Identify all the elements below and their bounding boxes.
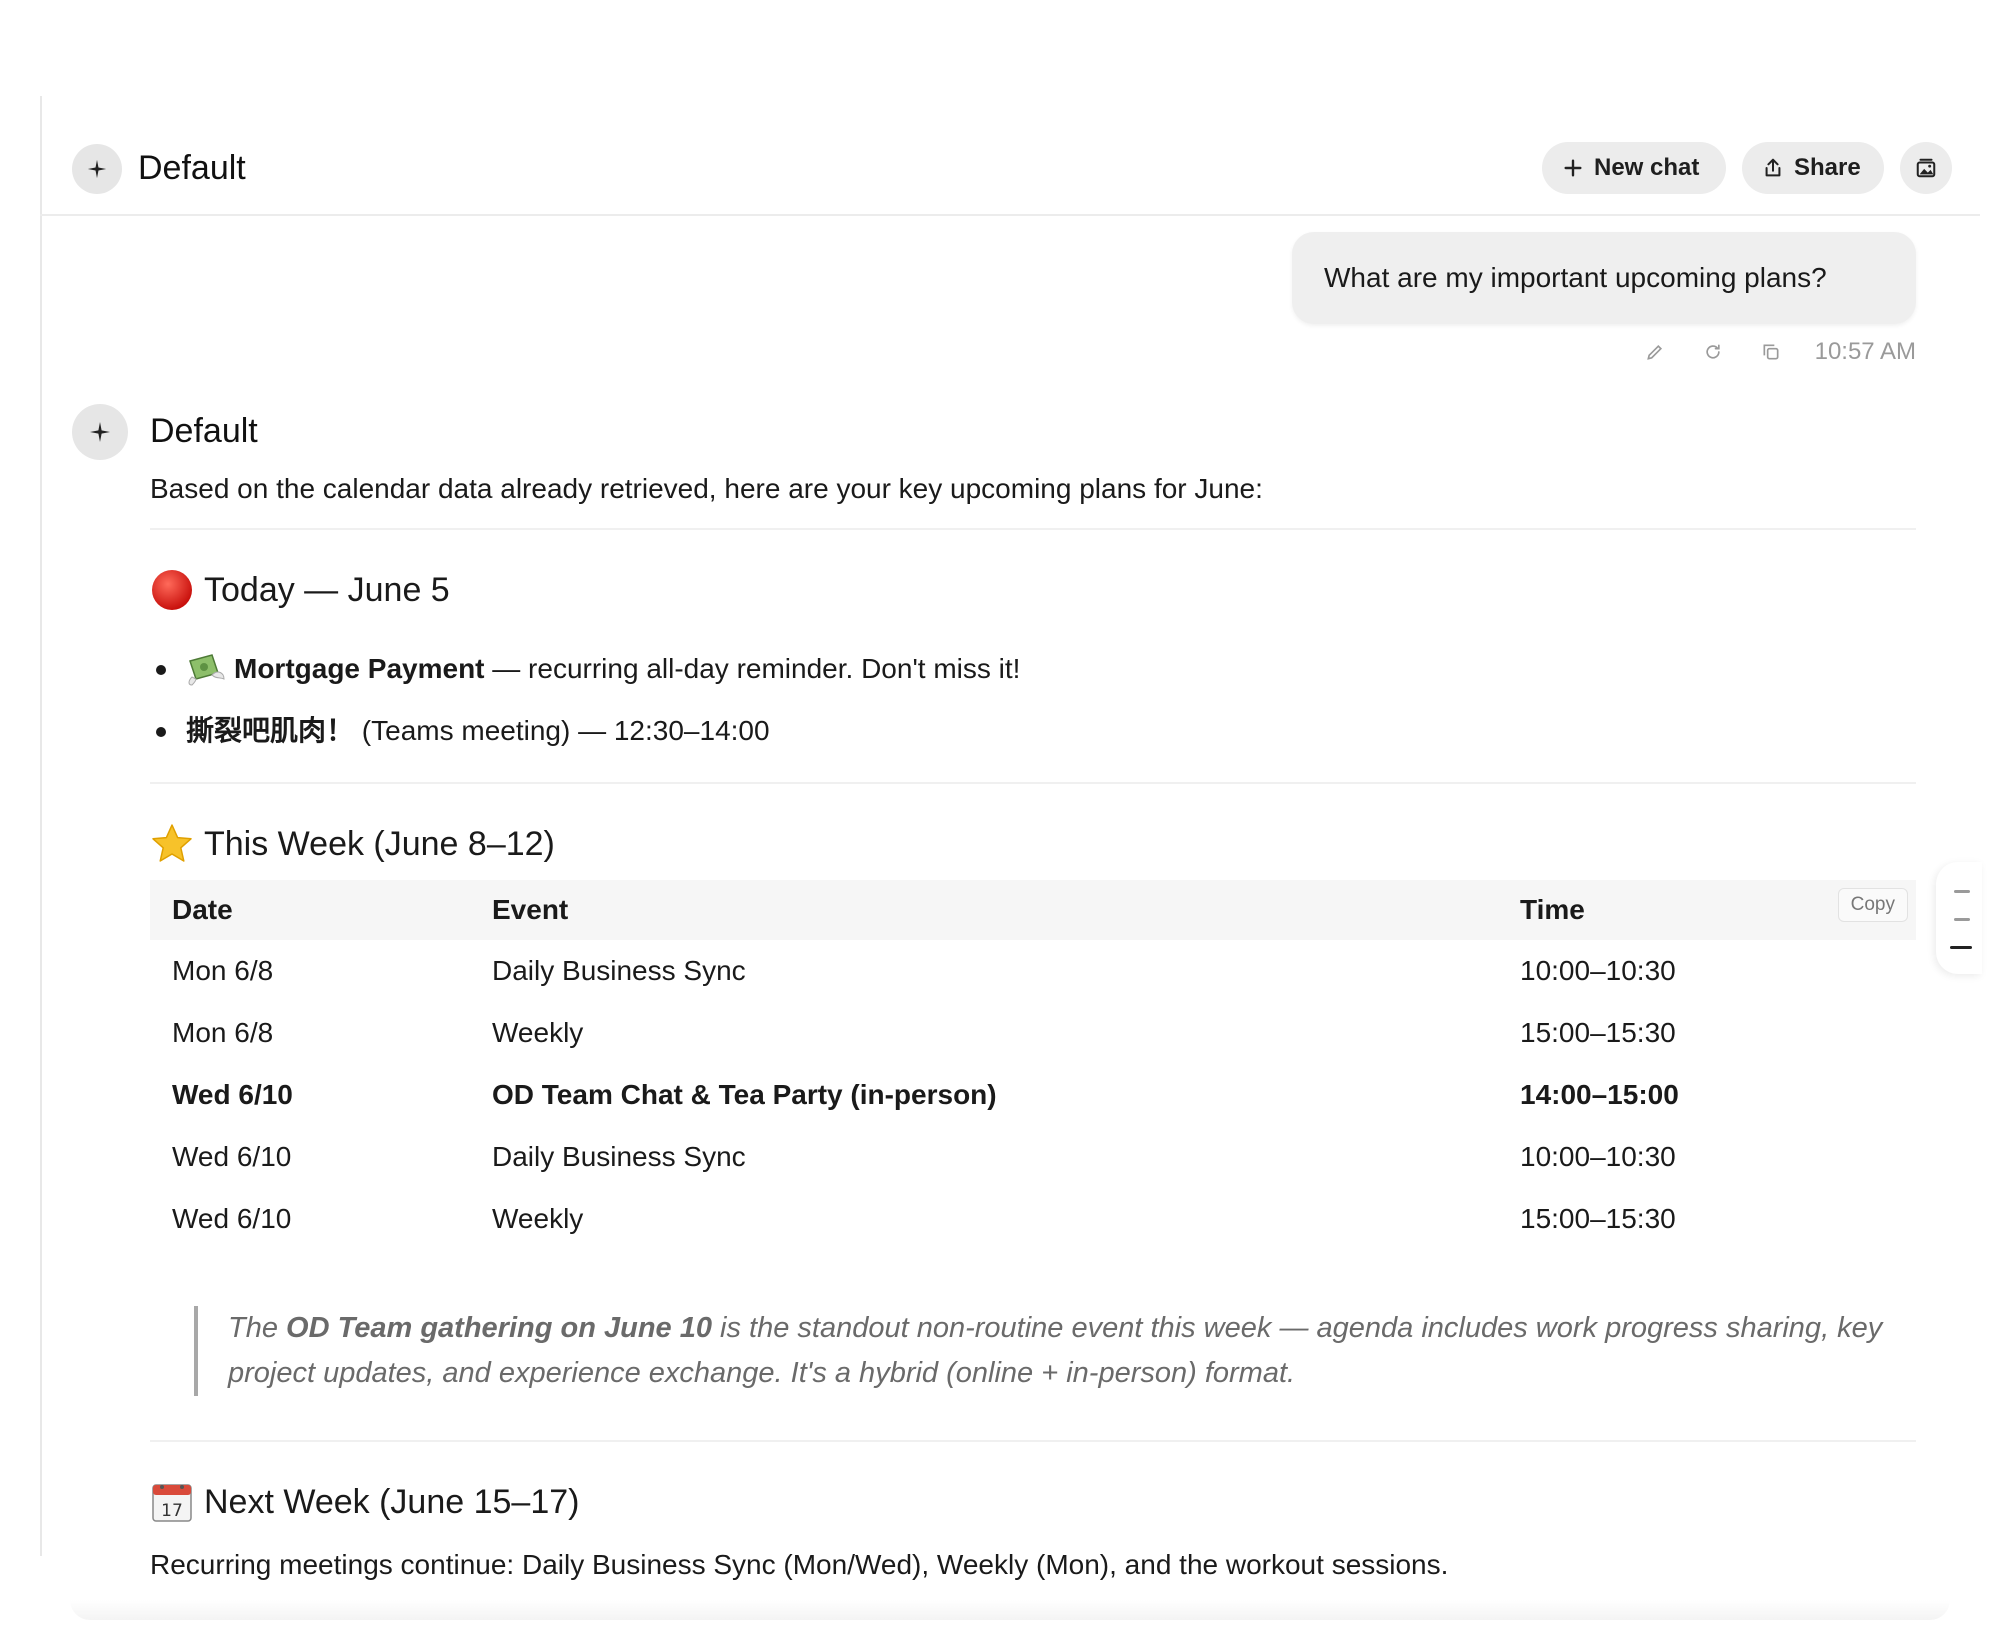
- cell-event: Weekly: [492, 1017, 584, 1048]
- chat-header: Default New chat Share: [40, 96, 1980, 216]
- star-icon: [150, 822, 194, 866]
- divider: [150, 1440, 1916, 1442]
- next-week-heading-text: Next Week (June 15–17): [204, 1483, 580, 1521]
- nav-mark-active[interactable]: [1950, 946, 1972, 949]
- column-header-event: Event: [492, 894, 569, 925]
- next-week-heading: 17 Next Week (June 15–17): [150, 1480, 1916, 1524]
- list-item: Mortgage Payment — recurring all-day rem…: [150, 638, 1916, 700]
- new-chat-button[interactable]: New chat: [1542, 142, 1726, 194]
- share-button[interactable]: Share: [1742, 142, 1884, 194]
- cell-date: Mon 6/8: [172, 1017, 274, 1048]
- cell-time: 14:00–15:00: [1520, 1079, 1679, 1110]
- assistant-avatar: [72, 404, 128, 460]
- copy-icon[interactable]: [1757, 338, 1785, 366]
- plus-icon: [1564, 159, 1582, 177]
- regenerate-icon[interactable]: [1699, 338, 1727, 366]
- divider: [150, 528, 1916, 530]
- scroll-navigator[interactable]: [1936, 862, 1982, 974]
- calendar-icon: 17: [150, 1480, 194, 1524]
- sparkle-icon: [90, 422, 110, 442]
- table-row: Wed 6/10 OD Team Chat & Tea Party (in-pe…: [150, 1064, 1916, 1126]
- table-header: Date Event Time: [150, 880, 1916, 940]
- cell-date: Wed 6/10: [172, 1079, 293, 1110]
- cell-event: Daily Business Sync: [492, 1141, 746, 1172]
- assistant-message: Based on the calendar data already retri…: [150, 468, 1916, 1584]
- this-week-heading-text: This Week (June 8–12): [204, 825, 555, 863]
- user-message-text: What are my important upcoming plans?: [1324, 262, 1827, 293]
- bottom-fade: [70, 1600, 1950, 1620]
- cell-event: OD Team Chat & Tea Party (in-person): [492, 1079, 997, 1110]
- teams-meeting-title: 撕裂吧肌肉！: [186, 715, 355, 746]
- table-row: Wed 6/10 Weekly 15:00–15:30: [150, 1188, 1916, 1250]
- share-icon: [1765, 158, 1781, 177]
- mortgage-payment-title: Mortgage Payment: [234, 653, 485, 684]
- table-row: Wed 6/10 Daily Business Sync 10:00–10:30: [150, 1126, 1916, 1188]
- table-row: Mon 6/8 Weekly 15:00–15:30: [150, 1002, 1916, 1064]
- cell-date: Wed 6/10: [172, 1203, 292, 1234]
- this-week-table: Date Event Time Copy Mon 6/8 Daily Busin…: [150, 880, 1916, 1250]
- cell-time: 10:00–10:30: [1520, 955, 1676, 986]
- share-label: Share: [1794, 154, 1861, 181]
- mortgage-payment-detail: — recurring all-day reminder. Don't miss…: [484, 653, 1021, 684]
- quote-pre: The: [228, 1312, 287, 1344]
- today-list: Mortgage Payment — recurring all-day rem…: [150, 638, 1916, 762]
- user-message-bubble: What are my important upcoming plans?: [1292, 232, 1916, 324]
- list-item: 撕裂吧肌肉！ (Teams meeting) — 12:30–14:00: [150, 700, 1916, 762]
- chat-title: Default: [138, 149, 246, 187]
- cell-time: 15:00–15:30: [1520, 1017, 1676, 1048]
- message-meta: 10:57 AM: [1641, 338, 1916, 366]
- red-circle-icon: [150, 568, 194, 612]
- gallery-button[interactable]: [1900, 142, 1952, 194]
- teams-meeting-detail: (Teams meeting) — 12:30–14:00: [354, 715, 770, 746]
- image-gallery-icon: [1916, 158, 1936, 178]
- today-heading: Today — June 5: [150, 568, 1916, 612]
- nav-mark[interactable]: [1954, 890, 1970, 893]
- agent-avatar[interactable]: [72, 144, 122, 194]
- today-heading-text: Today — June 5: [204, 571, 450, 609]
- money-with-wings-icon: [186, 651, 226, 687]
- message-time: 10:57 AM: [1814, 338, 1916, 365]
- divider: [150, 782, 1916, 784]
- quote-bold: OD Team gathering on June 10: [286, 1312, 712, 1344]
- assistant-name: Default: [150, 412, 258, 450]
- nav-mark[interactable]: [1954, 918, 1970, 921]
- edit-icon[interactable]: [1641, 338, 1669, 366]
- next-week-text: Recurring meetings continue: Daily Busin…: [150, 1549, 1449, 1580]
- cell-time: 15:00–15:30: [1520, 1203, 1676, 1234]
- this-week-heading: This Week (June 8–12): [150, 822, 1916, 866]
- sparkle-icon: [87, 159, 107, 179]
- blockquote: The OD Team gathering on June 10 is the …: [194, 1306, 1914, 1396]
- cell-date: Wed 6/10: [172, 1141, 292, 1172]
- calendar-day-number: 17: [161, 1501, 183, 1521]
- intro-text: Based on the calendar data already retri…: [150, 473, 1263, 504]
- cell-event: Daily Business Sync: [492, 955, 746, 986]
- cell-event: Weekly: [492, 1203, 584, 1234]
- cell-time: 10:00–10:30: [1520, 1141, 1676, 1172]
- copy-table-button[interactable]: Copy: [1837, 888, 1908, 922]
- cell-date: Mon 6/8: [172, 955, 274, 986]
- new-chat-label: New chat: [1594, 154, 1700, 181]
- column-header-date: Date: [172, 894, 233, 925]
- table-row: Mon 6/8 Daily Business Sync 10:00–10:30: [150, 940, 1916, 1002]
